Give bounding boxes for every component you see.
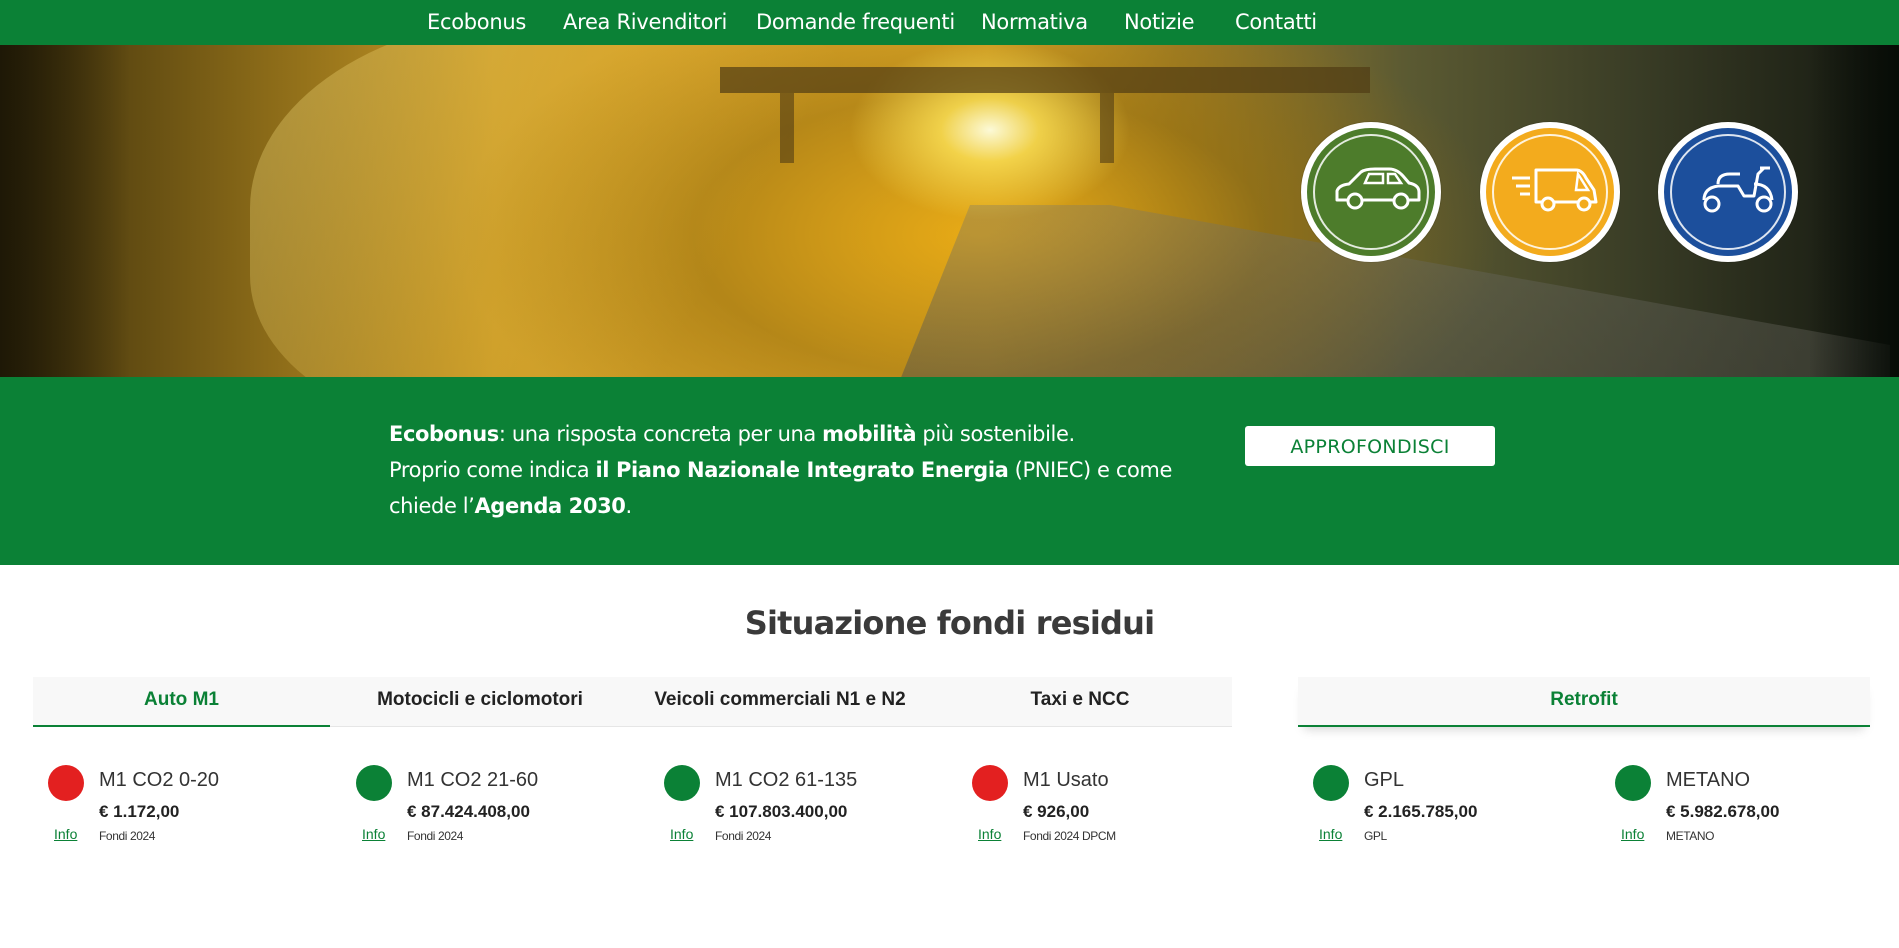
section-title: Situazione fondi residui <box>744 604 1155 642</box>
funds-tabbar: Auto M1 Motocicli e ciclomotori Veicoli … <box>33 677 1232 727</box>
approfondisci-button[interactable]: APPROFONDISCI <box>1245 426 1495 466</box>
info-link[interactable]: Info <box>362 826 385 842</box>
intro-mobilita: mobilità <box>822 422 917 446</box>
fund-amount: € 1.172,00 <box>99 802 180 821</box>
fund-amount: € 5.982.678,00 <box>1666 802 1780 821</box>
hero-banner <box>0 45 1899 377</box>
retrofit-tabbar: Retrofit <box>1298 677 1870 727</box>
nav-item-normativa[interactable]: Normativa <box>981 9 1088 35</box>
nav-item-area-rivenditori[interactable]: Area Rivenditori <box>563 9 727 35</box>
info-link[interactable]: Info <box>54 826 77 842</box>
nav-item-contatti[interactable]: Contatti <box>1235 9 1317 35</box>
tab-auto-m1[interactable]: Auto M1 <box>33 677 330 727</box>
hero-bridge-pillar <box>780 93 794 163</box>
fund-note: Fondi 2024 DPCM <box>1023 829 1116 843</box>
hero-shade-right <box>1809 45 1899 377</box>
intro-agenda: Agenda 2030 <box>474 494 626 518</box>
nav-item-notizie[interactable]: Notizie <box>1124 9 1195 35</box>
fund-note: GPL <box>1364 829 1387 843</box>
fund-name: GPL <box>1364 769 1405 791</box>
status-dot <box>1615 765 1651 801</box>
fund-item: Info M1 CO2 21-60 € 87.424.408,00 Fondi … <box>356 763 656 853</box>
fund-item: Info M1 CO2 61-135 € 107.803.400,00 Fond… <box>664 763 964 853</box>
status-dot <box>664 765 700 801</box>
intro-ecobonus: Ecobonus <box>389 422 499 446</box>
intro-part: . <box>625 494 633 518</box>
info-link[interactable]: Info <box>670 826 693 842</box>
fund-name: M1 CO2 0-20 <box>99 769 220 791</box>
fund-item: Info M1 CO2 0-20 € 1.172,00 Fondi 2024 <box>48 763 348 853</box>
hero-bridge-pillar <box>1100 93 1114 163</box>
car-category-button[interactable] <box>1301 122 1441 262</box>
scooter-icon <box>1702 166 1774 213</box>
intro-part: più sostenibile. <box>916 422 1075 446</box>
fund-name: M1 Usato <box>1023 769 1109 791</box>
fund-item: Info METANO € 5.982.678,00 METANO <box>1615 763 1899 853</box>
fund-note: Fondi 2024 <box>99 829 156 843</box>
intro-pniec: il Piano Nazionale Integrato Energia <box>595 458 1009 482</box>
status-dot <box>356 765 392 801</box>
intro-part: : una risposta concreta per una <box>498 422 823 446</box>
info-link[interactable]: Info <box>1621 826 1644 842</box>
fund-name: METANO <box>1666 769 1751 791</box>
nav-item-domande-frequenti[interactable]: Domande frequenti <box>756 9 955 35</box>
hero-shade-left <box>0 45 130 377</box>
fund-name: M1 CO2 21-60 <box>407 769 539 791</box>
tab-motocicli[interactable]: Motocicli e ciclomotori <box>330 677 630 727</box>
intro-part: Proprio come indica <box>389 458 596 482</box>
car-icon <box>1335 167 1421 210</box>
info-link[interactable]: Info <box>978 826 1001 842</box>
top-navigation: Ecobonus Area Rivenditori Domande freque… <box>0 0 1899 45</box>
fund-amount: € 107.803.400,00 <box>715 802 848 821</box>
tab-retrofit[interactable]: Retrofit <box>1298 677 1870 727</box>
fund-note: METANO <box>1666 829 1715 843</box>
hero-bridge <box>720 67 1370 93</box>
nav-item-ecobonus[interactable]: Ecobonus <box>427 9 526 35</box>
fund-note: Fondi 2024 <box>407 829 464 843</box>
ecobonus-intro-band: Ecobonus: una risposta concreta per una … <box>0 377 1899 565</box>
van-category-button[interactable] <box>1480 122 1620 262</box>
scooter-category-button[interactable] <box>1658 122 1798 262</box>
fund-item: Info GPL € 2.165.785,00 GPL <box>1313 763 1613 853</box>
van-icon <box>1512 168 1598 212</box>
status-dot <box>48 765 84 801</box>
status-dot <box>972 765 1008 801</box>
fund-amount: € 2.165.785,00 <box>1364 802 1478 821</box>
tab-taxi-ncc[interactable]: Taxi e NCC <box>930 677 1230 727</box>
fund-note: Fondi 2024 <box>715 829 772 843</box>
hero-car-mirror <box>250 45 890 377</box>
intro-text: Ecobonus: una risposta concreta per una … <box>389 416 1209 524</box>
fund-name: M1 CO2 61-135 <box>715 769 858 791</box>
fund-amount: € 926,00 <box>1023 802 1090 821</box>
fund-item: Info M1 Usato € 926,00 Fondi 2024 DPCM <box>972 763 1272 853</box>
fund-amount: € 87.424.408,00 <box>407 802 530 821</box>
info-link[interactable]: Info <box>1319 826 1342 842</box>
tab-veicoli-commerciali[interactable]: Veicoli commerciali N1 e N2 <box>630 677 930 727</box>
status-dot <box>1313 765 1349 801</box>
